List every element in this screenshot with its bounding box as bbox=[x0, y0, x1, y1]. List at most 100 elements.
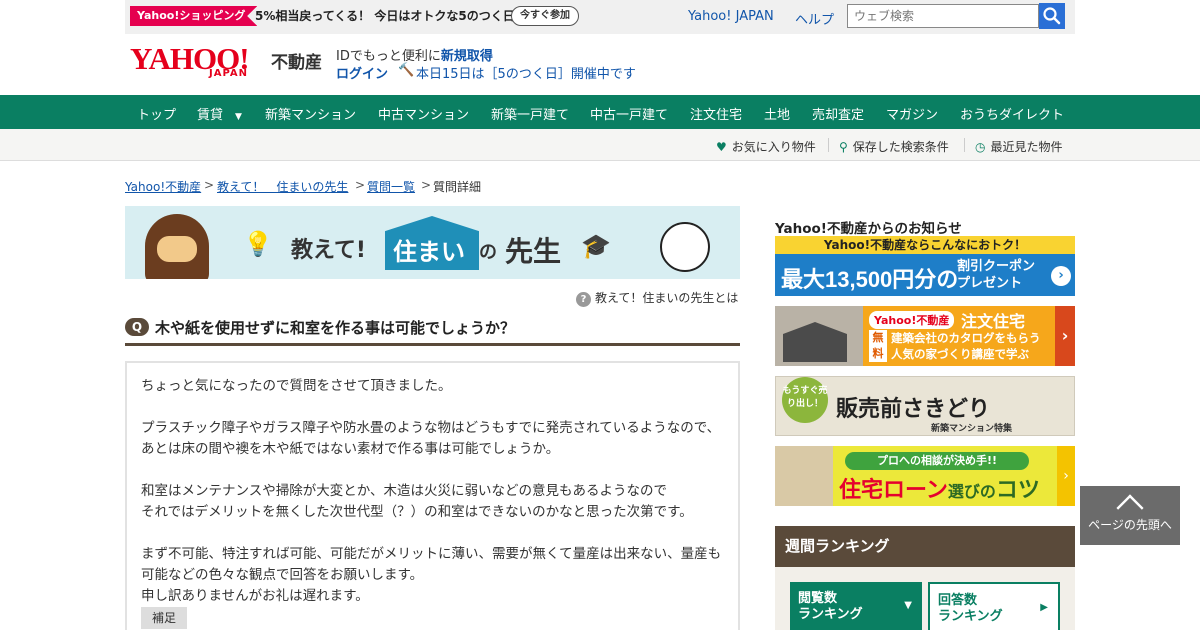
mascot-character-left bbox=[145, 214, 209, 279]
nav-new-mansion[interactable]: 新築マンション bbox=[265, 104, 356, 123]
id-promo-text: IDでもっと便利に bbox=[336, 49, 441, 64]
ad-loan-title-small: 選びの bbox=[947, 482, 996, 501]
recent-link[interactable]: ◷ 最近見た物件 bbox=[975, 138, 1063, 155]
nav-used-mansion[interactable]: 中古マンション bbox=[378, 104, 469, 123]
search-icon bbox=[1043, 7, 1061, 25]
divider bbox=[964, 138, 965, 152]
nav-land[interactable]: 土地 bbox=[764, 104, 790, 123]
banner-text-no: の bbox=[479, 242, 497, 263]
favorites-label: お気に入り物件 bbox=[731, 140, 816, 154]
help-icon: ? bbox=[576, 292, 591, 307]
nav-magazine[interactable]: マガジン bbox=[886, 104, 938, 123]
ad-presale-subtitle: 新築マンション特集 bbox=[931, 424, 1013, 434]
saved-search-label: 保存した検索条件 bbox=[852, 140, 949, 154]
breadcrumb-home[interactable]: Yahoo!不動産 bbox=[125, 178, 201, 195]
nav-custom-house[interactable]: 注文住宅 bbox=[690, 104, 742, 123]
user-subnav: ♥ お気に入り物件 ⚲ 保存した検索条件 ◷ 最近見た物件 bbox=[0, 129, 1200, 161]
question-paragraph: 和室はメンテナンスや掃除が大変とか、木造は火災に弱いなどの意見もあるようなので … bbox=[141, 483, 693, 520]
favorites-link[interactable]: ♥ お気に入り物件 bbox=[716, 138, 816, 155]
question-title: Q 木や紙を使用せずに和室を作る事は可能でしょうか？ bbox=[125, 316, 740, 346]
advisors-illustration bbox=[775, 446, 833, 506]
nav-rent[interactable]: 賃貸 ▼ bbox=[197, 104, 242, 123]
register-link[interactable]: 新規取得 bbox=[441, 49, 493, 64]
coupon-ad-banner[interactable]: Yahoo!不動産ならこんなにおトク！ 最大13,500円分の 割引クーポン プ… bbox=[775, 236, 1075, 296]
banner-text-oshiete: 教えて! bbox=[291, 238, 366, 263]
service-name: 不動産 bbox=[271, 53, 322, 73]
chevron-down-icon: ▼ bbox=[235, 112, 242, 122]
question-paragraph: ちょっと気になったので質問をさせて頂きました。 bbox=[141, 378, 452, 394]
ad-loan-title-end: コツ bbox=[995, 478, 1040, 503]
breadcrumb-sensei[interactable]: 教えて！ 住まいの先生 bbox=[217, 178, 348, 195]
search-button[interactable] bbox=[1039, 3, 1065, 29]
ad-line: 建築会社のカタログをもらう bbox=[891, 331, 1041, 345]
login-link[interactable]: ログイン bbox=[336, 63, 388, 82]
heart-icon: ♥ bbox=[716, 140, 727, 154]
nav-rent-label: 賃貸 bbox=[197, 108, 224, 123]
custom-house-ad-banner[interactable]: Yahoo!不動産 注文住宅 無料 建築会社のカタログをもらう 人気の家づくり講… bbox=[775, 306, 1075, 366]
promo-text[interactable]: 5%相当戻ってくる！ 今日はオトクな5のつく日 bbox=[255, 7, 515, 24]
breadcrumb-separator: > bbox=[355, 178, 366, 192]
question-badge: Q bbox=[125, 318, 149, 336]
ad-custom-house-title: 注文住宅 bbox=[961, 312, 1026, 331]
coupon-ad-amount: 最大13,500円分の bbox=[781, 267, 959, 292]
search-input[interactable] bbox=[847, 4, 1039, 28]
question-paragraph: まず不可能、特注すれば可能、可能だがメリットに薄い、需要が無くて量産は出来ない、… bbox=[141, 546, 722, 604]
page-top-button[interactable]: ページの先頭へ bbox=[1080, 486, 1180, 545]
id-promo: IDでもっと便利に新規取得 bbox=[336, 45, 493, 64]
chevron-right-icon: › bbox=[1051, 266, 1071, 286]
question-body: ちょっと気になったので質問をさせて頂きました。 プラスチック障子やガラス障子や防… bbox=[125, 361, 740, 630]
ad-custom-house-lines: 建築会社のカタログをもらう 人気の家づくり講座で学ぶ bbox=[891, 330, 1041, 362]
nav-ouchi-direct[interactable]: おうちダイレクト bbox=[960, 104, 1064, 123]
breadcrumb-question-list[interactable]: 質問一覧 bbox=[367, 178, 415, 195]
tab-answers-ranking[interactable]: 回答数 ランキング ▶ bbox=[928, 582, 1060, 630]
ad-line: 人気の家づくり講座で学ぶ bbox=[891, 347, 1029, 361]
page-top-label: ページの先頭へ bbox=[1088, 518, 1172, 532]
breadcrumb-separator: > bbox=[421, 178, 432, 192]
saved-search-link[interactable]: ⚲ 保存した検索条件 bbox=[839, 138, 949, 155]
ranking-tabs: 閲覧数 ランキング ▼ 回答数 ランキング ▶ bbox=[775, 567, 1075, 630]
chevron-down-icon: ▼ bbox=[904, 600, 912, 611]
recent-label: 最近見た物件 bbox=[990, 140, 1063, 154]
weekly-ranking-title: 週間ランキング bbox=[775, 526, 1075, 567]
nav-top[interactable]: トップ bbox=[137, 104, 176, 123]
saved-search-icon: ⚲ bbox=[839, 140, 848, 154]
help-link[interactable]: ヘルプ bbox=[795, 9, 834, 28]
ad-yahoo-badge: Yahoo!不動産 bbox=[869, 311, 955, 329]
promo-join-button[interactable]: 今すぐ参加 bbox=[511, 6, 579, 26]
graduation-cap-icon: 🎓 bbox=[581, 232, 611, 260]
hammer-icon: 🔨 bbox=[398, 63, 415, 78]
house-photo bbox=[775, 306, 863, 366]
nav-sale-assessment[interactable]: 売却査定 bbox=[812, 104, 864, 123]
notice-title: Yahoo!不動産からのお知らせ bbox=[775, 221, 962, 237]
nav-used-house[interactable]: 中古一戸建て bbox=[590, 104, 668, 123]
question-paragraph: プラスチック障子やガラス障子や防水畳のような物はどうもすでに発売されているような… bbox=[141, 420, 721, 457]
supplement-label: 補足 bbox=[141, 607, 187, 629]
ad-loan-title: 住宅ローン選びのコツ bbox=[839, 472, 1040, 504]
about-sensei-label: 教えて！住まいの先生とは bbox=[595, 291, 739, 305]
housing-loan-ad-banner[interactable]: プロへの相談が決め手!! 住宅ローン選びのコツ › bbox=[775, 446, 1075, 506]
divider bbox=[828, 138, 829, 152]
global-nav: トップ 賃貸 ▼ 新築マンション 中古マンション 新築一戸建て 中古一戸建て 注文… bbox=[0, 95, 1200, 129]
logo-japan-text: JAPAN bbox=[209, 68, 248, 79]
clock-icon: ◷ bbox=[975, 140, 986, 154]
coupon-ad-headline: Yahoo!不動産ならこんなにおトク！ bbox=[775, 236, 1075, 254]
chevron-right-icon: › bbox=[1057, 446, 1075, 506]
about-sensei-link[interactable]: ? 教えて！住まいの先生とは bbox=[576, 289, 738, 307]
coupon-ad-text: 割引クーポン プレゼント bbox=[957, 258, 1035, 292]
lightbulb-icon: 💡 bbox=[243, 230, 273, 258]
mascot-character-right bbox=[660, 222, 710, 272]
question-title-text: 木や紙を使用せずに和室を作る事は可能でしょうか？ bbox=[155, 319, 516, 337]
nav-new-house[interactable]: 新築一戸建て bbox=[491, 104, 569, 123]
chevron-right-icon: ▶ bbox=[1040, 602, 1048, 613]
sensei-banner[interactable]: 💡 教えて! 住まい の 先生 🎓 bbox=[125, 206, 740, 279]
chevron-right-icon: › bbox=[1055, 306, 1075, 366]
yahoo-japan-link[interactable]: Yahoo! JAPAN bbox=[688, 9, 774, 24]
promo-bar: Yahoo!ショッピング 5%相当戻ってくる！ 今日はオトクな5のつく日 今すぐ… bbox=[125, 0, 1075, 34]
breadcrumb-separator: > bbox=[204, 178, 215, 192]
tab-views-ranking[interactable]: 閲覧数 ランキング ▼ bbox=[790, 582, 922, 630]
promo-shopping-tag[interactable]: Yahoo!ショッピング bbox=[130, 6, 258, 26]
presale-ad-banner[interactable]: もうすぐ売り出し！ 販売前さきどり 新築マンション特集 bbox=[775, 376, 1075, 436]
coupon-ad-line: プレゼント bbox=[957, 276, 1023, 291]
ad-loan-title-main: 住宅ローン bbox=[839, 478, 948, 503]
event-link[interactable]: 本日15日は［5のつく日］開催中です bbox=[416, 63, 636, 82]
